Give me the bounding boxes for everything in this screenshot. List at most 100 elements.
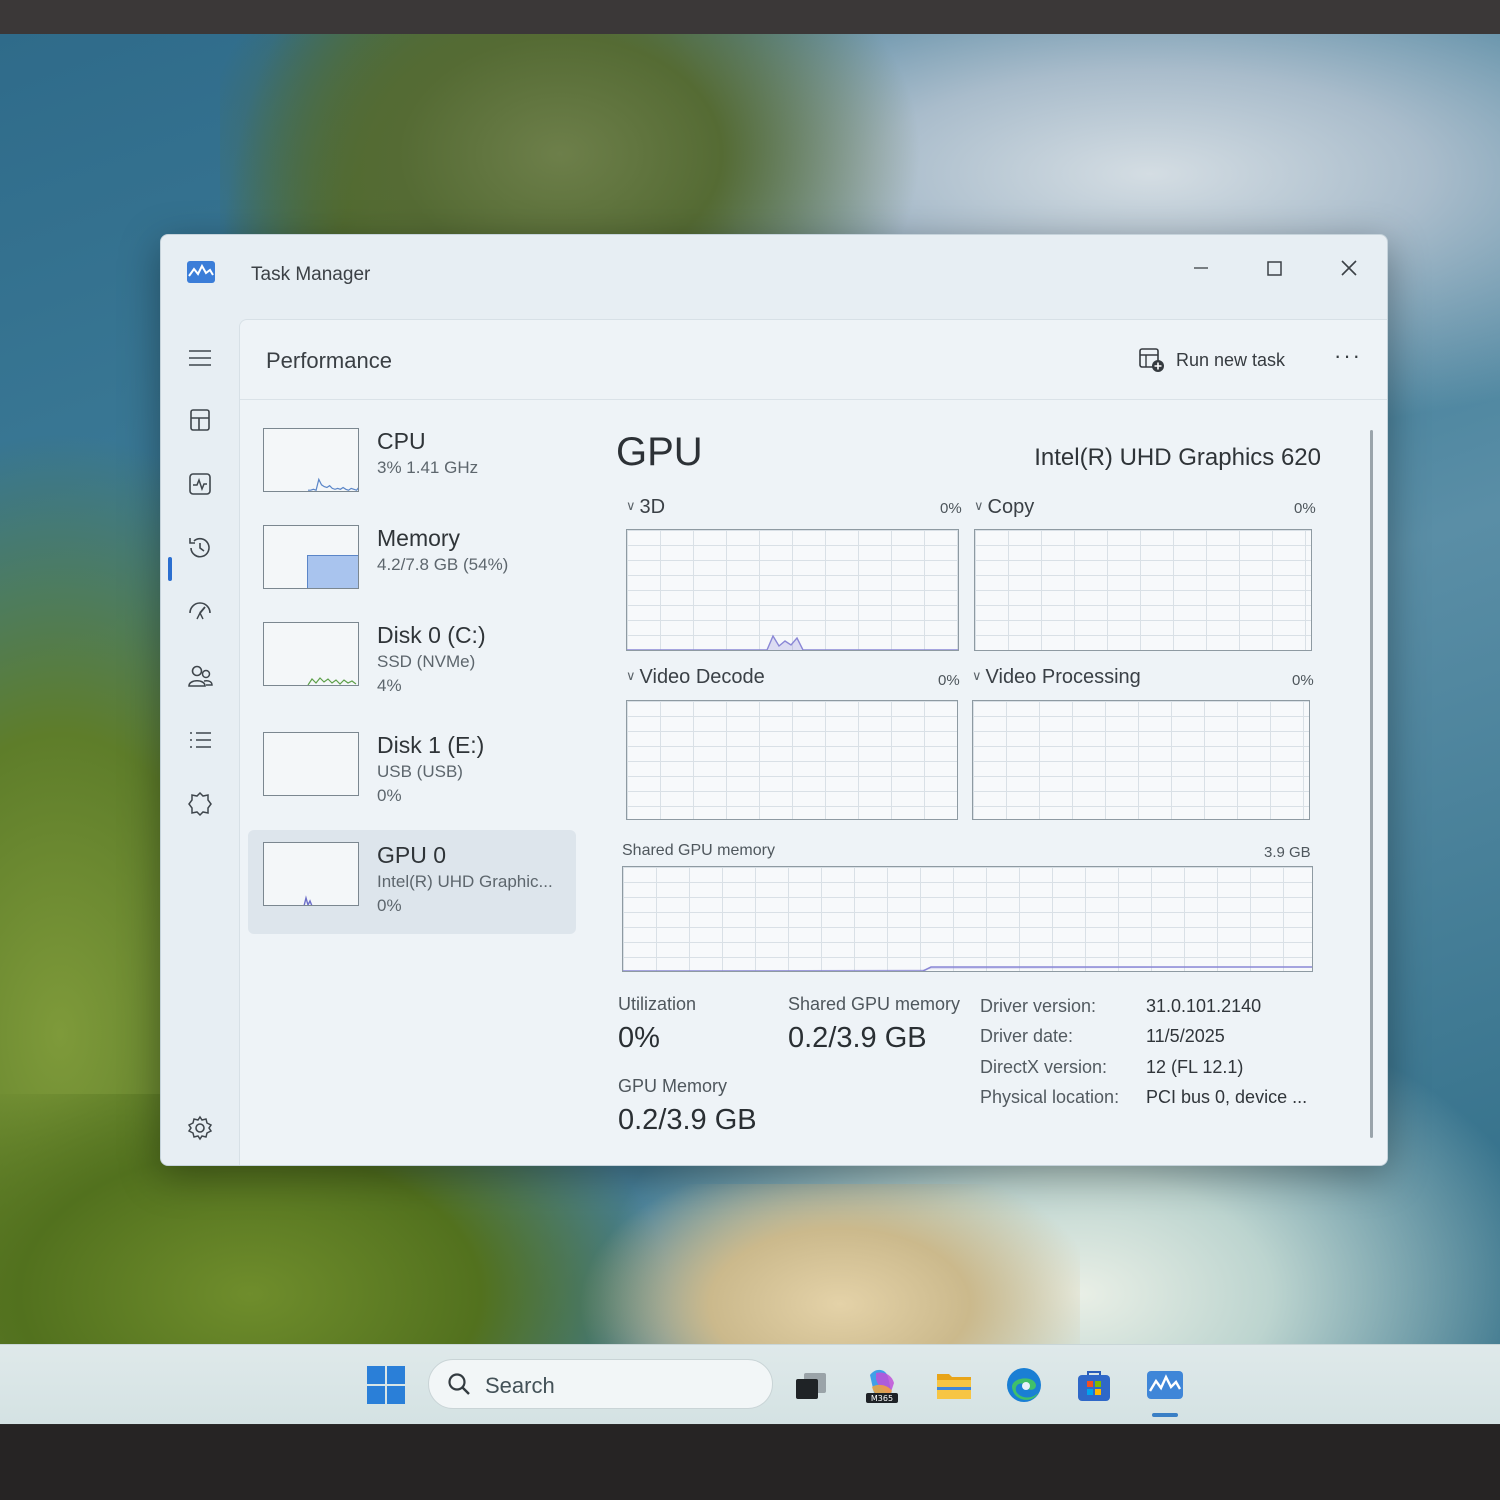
utilization-label: Utilization — [618, 994, 697, 1014]
shared-memory-graph-label: Shared GPU memory — [622, 842, 775, 859]
engine-label: 3D — [639, 496, 666, 518]
users-icon[interactable] — [185, 661, 215, 691]
gpu-memory-label: GPU Memory — [618, 1076, 728, 1096]
device-usage: 0% — [377, 786, 402, 805]
driver-date-label: Driver date: — [980, 1026, 1074, 1046]
windows-start-icon — [366, 1365, 406, 1405]
chevron-down-icon: ∨ — [974, 498, 984, 513]
start-button[interactable] — [366, 1365, 406, 1405]
maximize-button[interactable] — [1247, 245, 1303, 291]
device-name: Disk 1 (E:) — [377, 732, 485, 758]
maximize-icon — [1267, 261, 1282, 276]
nav-active-indicator — [168, 557, 172, 581]
gpu-memory-value: 0.2/3.9 GB — [618, 1104, 757, 1136]
device-item-disk-1[interactable]: Disk 1 (E:) USB (USB) 0% — [248, 720, 576, 824]
memory-thumbnail-graph — [263, 525, 359, 589]
directx-version-label: DirectX version: — [980, 1057, 1108, 1077]
details-icon[interactable] — [185, 725, 215, 755]
search-placeholder: Search — [485, 1373, 555, 1398]
vertical-scrollbar[interactable] — [1370, 430, 1373, 1138]
directx-version-value: 12 (FL 12.1) — [1146, 1057, 1244, 1077]
physical-location-value: PCI bus 0, device ... — [1146, 1087, 1308, 1107]
device-name: CPU — [377, 428, 426, 454]
page-header: Performance Run new task ··· — [240, 320, 1387, 400]
engine-selector-3d[interactable]: ∨ 3D — [626, 496, 665, 519]
app-history-icon[interactable] — [185, 533, 215, 563]
device-item-memory[interactable]: Memory 4.2/7.8 GB (54%) — [248, 513, 576, 617]
utilization-value: 0% — [618, 1022, 660, 1054]
shared-gpu-memory-value: 0.2/3.9 GB — [788, 1022, 927, 1054]
edge-browser-button[interactable] — [1004, 1365, 1044, 1405]
engine-graph-video-processing — [972, 700, 1310, 820]
run-new-task-icon — [1139, 348, 1164, 372]
microsoft-store-button[interactable] — [1074, 1365, 1114, 1405]
performance-page: Performance Run new task ··· CPU 3% 1.41… — [239, 319, 1387, 1165]
disk-1-thumbnail-graph — [263, 732, 359, 796]
engine-percent: 0% — [940, 500, 962, 517]
device-detail: 4.2/7.8 GB (54%) — [377, 555, 509, 574]
engine-selector-copy[interactable]: ∨ Copy — [974, 496, 1034, 519]
device-detail: Intel(R) UHD Graphic... — [377, 872, 553, 891]
taskbar: Search M365 — [0, 1344, 1500, 1424]
task-manager-icon — [1147, 1371, 1183, 1399]
minimize-button[interactable] — [1173, 245, 1229, 291]
device-usage: 4% — [377, 676, 402, 695]
monitor-bezel-bottom — [0, 1425, 1500, 1500]
engine-percent: 0% — [1292, 672, 1314, 689]
device-detail: USB (USB) — [377, 762, 463, 781]
chevron-down-icon: ∨ — [972, 668, 982, 683]
monitor-bezel-top — [0, 0, 1500, 34]
task-manager-taskbar-button[interactable] — [1145, 1365, 1185, 1405]
gpu-heading: GPU — [616, 430, 703, 474]
microsoft-365-copilot-button[interactable]: M365 — [862, 1365, 902, 1405]
task-view-button[interactable] — [792, 1365, 832, 1405]
device-item-gpu-0[interactable]: GPU 0 Intel(R) UHD Graphic... 0% — [248, 830, 576, 934]
settings-icon[interactable] — [185, 1113, 215, 1143]
engine-selector-video-decode[interactable]: ∨ Video Decode — [626, 666, 765, 689]
task-view-icon — [796, 1373, 826, 1399]
microsoft-store-icon — [1078, 1371, 1110, 1401]
navigation-rail — [161, 319, 239, 1165]
startup-apps-icon[interactable] — [185, 597, 215, 627]
task-manager-window: Task Manager Performance Run new task ··… — [160, 234, 1388, 1166]
file-explorer-button[interactable] — [934, 1365, 974, 1405]
shared-gpu-memory-label: Shared GPU memory — [788, 994, 961, 1014]
task-manager-app-icon — [187, 261, 215, 283]
edge-icon — [1007, 1368, 1041, 1402]
run-new-task-button[interactable]: Run new task — [1128, 340, 1295, 380]
performance-icon[interactable] — [185, 469, 215, 499]
close-button[interactable] — [1321, 245, 1377, 291]
taskbar-active-indicator — [1152, 1413, 1178, 1417]
device-name: Disk 0 (C:) — [377, 622, 486, 648]
engine-percent: 0% — [1294, 500, 1316, 517]
device-item-cpu[interactable]: CPU 3% 1.41 GHz — [248, 416, 576, 520]
driver-version-value: 31.0.101.2140 — [1146, 996, 1262, 1016]
engine-percent: 0% — [938, 672, 960, 689]
run-new-task-label: Run new task — [1176, 349, 1286, 370]
title-bar[interactable]: Task Manager — [161, 235, 1387, 319]
engine-graph-3d — [626, 529, 959, 651]
hamburger-menu-icon[interactable] — [185, 343, 215, 373]
engine-label: Copy — [987, 496, 1035, 518]
shared-memory-graph-max: 3.9 GB — [1264, 844, 1311, 861]
gpu-0-thumbnail-graph — [263, 842, 359, 906]
processes-icon[interactable] — [185, 405, 215, 435]
device-item-disk-0[interactable]: Disk 0 (C:) SSD (NVMe) 4% — [248, 610, 576, 714]
m365-badge-text: M365 — [871, 1394, 893, 1403]
engine-selector-video-processing[interactable]: ∨ Video Processing — [972, 666, 1141, 689]
search-icon — [448, 1373, 470, 1395]
taskbar-search-box[interactable]: Search — [428, 1359, 773, 1409]
cpu-thumbnail-graph — [263, 428, 359, 492]
driver-version-label: Driver version: — [980, 996, 1097, 1016]
services-icon[interactable] — [185, 789, 215, 819]
driver-date-value: 11/5/2025 — [1146, 1026, 1225, 1046]
more-options-button[interactable]: ··· — [1328, 344, 1368, 376]
cpu-usage-line — [308, 477, 358, 491]
file-explorer-icon — [937, 1374, 971, 1399]
shared-memory-graph — [622, 866, 1313, 972]
chevron-down-icon: ∨ — [626, 498, 636, 513]
wallpaper-beach — [560, 1184, 1080, 1344]
engine-graph-copy — [974, 529, 1312, 651]
device-usage: 0% — [377, 896, 402, 915]
chevron-down-icon: ∨ — [626, 668, 636, 683]
